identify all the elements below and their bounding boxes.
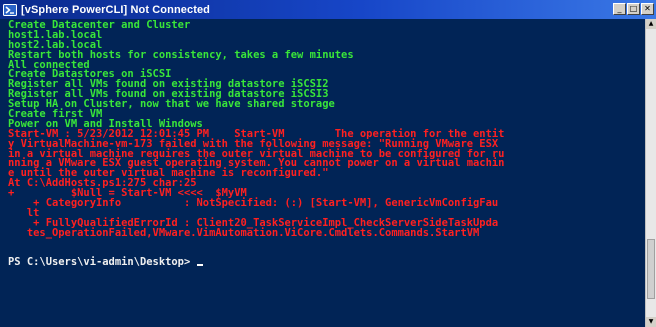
close-button[interactable]: ✕: [641, 3, 654, 15]
scroll-up-arrow-icon[interactable]: ▲: [646, 19, 656, 29]
console-line-text: tes_OperationFailed,VMware.VimAutomation…: [8, 226, 480, 239]
scrollbar-thumb[interactable]: [647, 239, 655, 299]
console-line: Create Datacenter and Cluster: [8, 20, 645, 31]
text-cursor: [196, 264, 203, 267]
window-title: [vSphere PowerCLI] Not Connected: [21, 3, 210, 16]
maximize-button[interactable]: □: [627, 3, 640, 15]
console-line: + CategoryInfo : NotSpecified: (:) [Star…: [8, 197, 645, 210]
console-line: host1.lab.local: [8, 30, 645, 41]
console-line: Restart both hosts for consistency, take…: [8, 49, 645, 61]
console-line: Setup HA on Cluster, now that we have sh…: [8, 99, 645, 110]
console-line: tes_OperationFailed,VMware.VimAutomation…: [8, 226, 645, 239]
powercli-console-window: [vSphere PowerCLI] Not Connected _ □ ✕ C…: [0, 0, 656, 327]
minimize-button[interactable]: _: [613, 3, 626, 15]
vertical-scrollbar[interactable]: ▲ ▼: [645, 19, 656, 327]
window-controls: _ □ ✕: [613, 3, 654, 15]
scroll-down-arrow-icon[interactable]: ▼: [646, 317, 656, 327]
title-bar[interactable]: [vSphere PowerCLI] Not Connected _ □ ✕: [0, 0, 656, 19]
powershell-icon: [3, 3, 17, 17]
console-output[interactable]: Create Datacenter and Cluster host1.lab.l…: [0, 19, 645, 327]
console-prompt: PS C:\Users\vi-admin\Desktop>: [8, 256, 645, 269]
console-line-text: + CategoryInfo : NotSpecified: (:) [Star…: [8, 197, 499, 210]
console-line-text: PS C:\Users\vi-admin\Desktop>: [8, 256, 197, 269]
